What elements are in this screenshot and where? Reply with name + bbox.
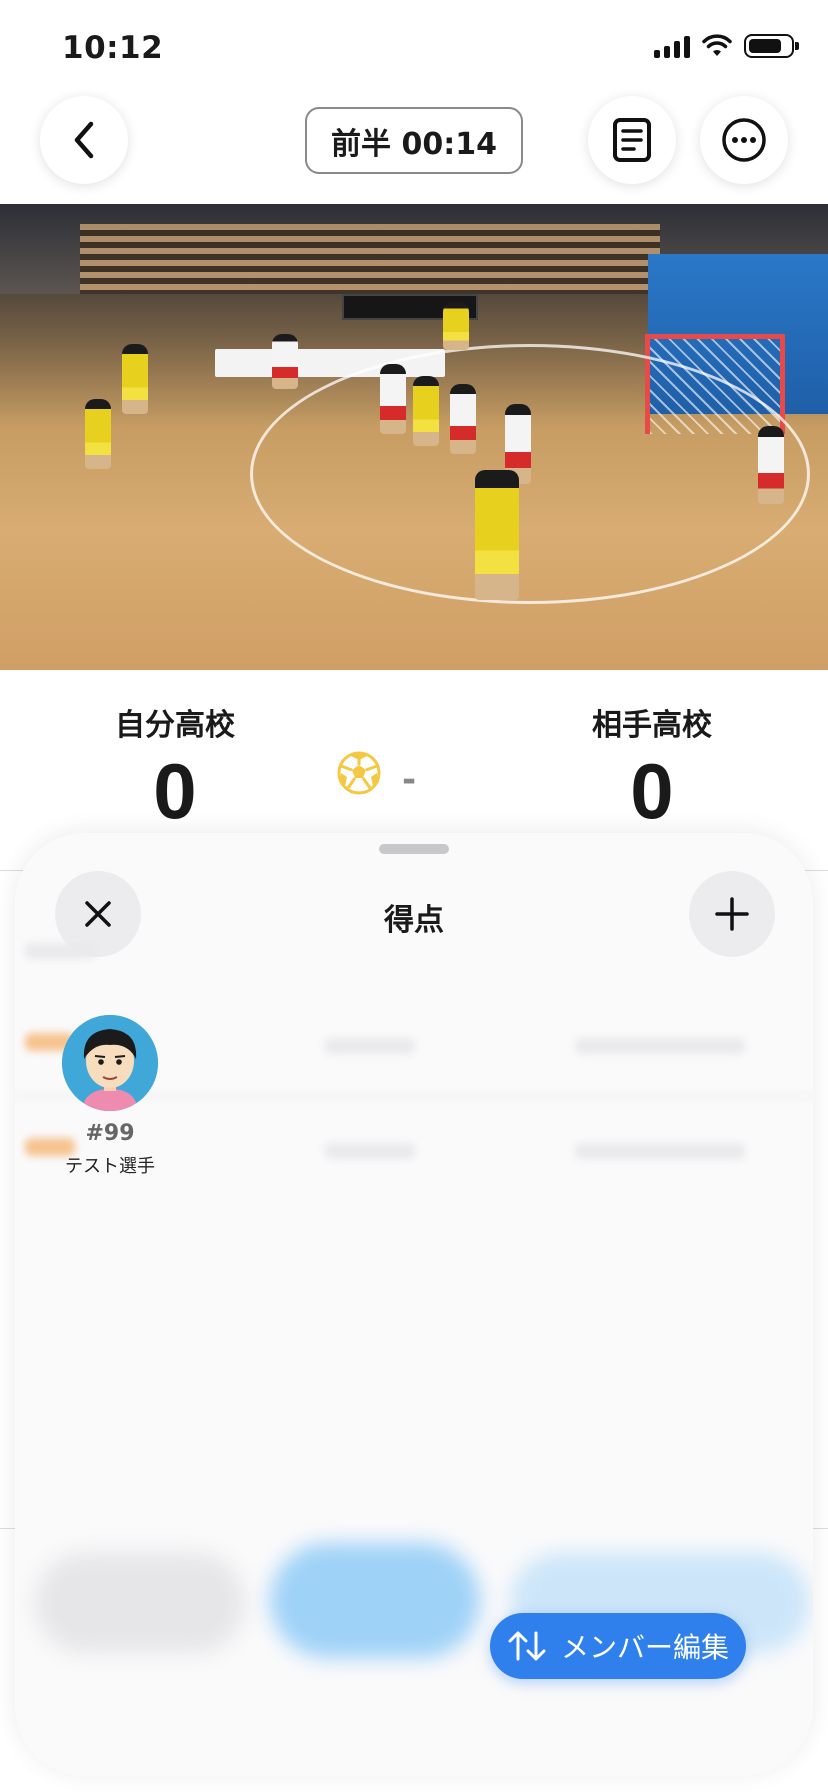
player-name: テスト選手 [65,1156,155,1177]
player-card[interactable]: #99 テスト選手 [55,1015,165,1178]
player-avatar-icon [62,1015,158,1111]
video-player [475,470,519,600]
cellular-signal-icon [654,34,690,58]
home-team-name: 自分高校 [115,708,235,743]
video-player [450,384,476,454]
video-wall [80,224,660,294]
home-team-score: 0 [153,747,197,835]
away-team-name: 相手高校 [592,708,712,743]
document-button[interactable] [588,96,676,184]
game-timer[interactable]: 前半 00:14 [305,107,523,174]
game-video[interactable] [0,204,828,670]
score-separator: - [402,760,417,800]
add-button[interactable] [689,871,775,957]
member-edit-button[interactable]: メンバー編集 [490,1613,746,1679]
video-player [413,376,439,446]
document-icon [613,118,651,162]
back-button[interactable] [40,96,128,184]
video-player [122,344,148,414]
plus-icon [715,897,749,931]
status-time: 10:12 [62,30,164,66]
video-player [758,426,784,504]
status-icons [654,34,799,58]
video-player [380,364,406,434]
background-blur [325,1038,415,1054]
background-blur [325,1143,415,1159]
video-player [85,399,111,469]
away-team-score: 0 [630,747,674,835]
sheet-grabber[interactable] [379,844,449,854]
background-blur [35,1553,245,1653]
video-player [272,334,298,389]
ball-icon [337,751,381,795]
swap-vertical-icon [508,1631,546,1661]
more-options-button[interactable] [700,96,788,184]
player-avatar [62,1015,158,1111]
video-player [443,302,469,350]
more-icon [722,118,766,162]
background-blur [575,1038,745,1054]
background-blur [270,1543,480,1658]
chevron-left-icon [74,121,94,159]
background-blur [25,943,95,959]
wifi-icon [702,34,732,56]
score-bottom-sheet: 得点 #99 テスト選手 メンバー編集 [15,833,813,1776]
status-bar: 10:12 [0,0,828,96]
player-number: #99 [85,1121,135,1146]
background-blur [575,1143,745,1159]
battery-icon [744,34,799,58]
member-edit-label: メンバー編集 [560,1631,729,1664]
